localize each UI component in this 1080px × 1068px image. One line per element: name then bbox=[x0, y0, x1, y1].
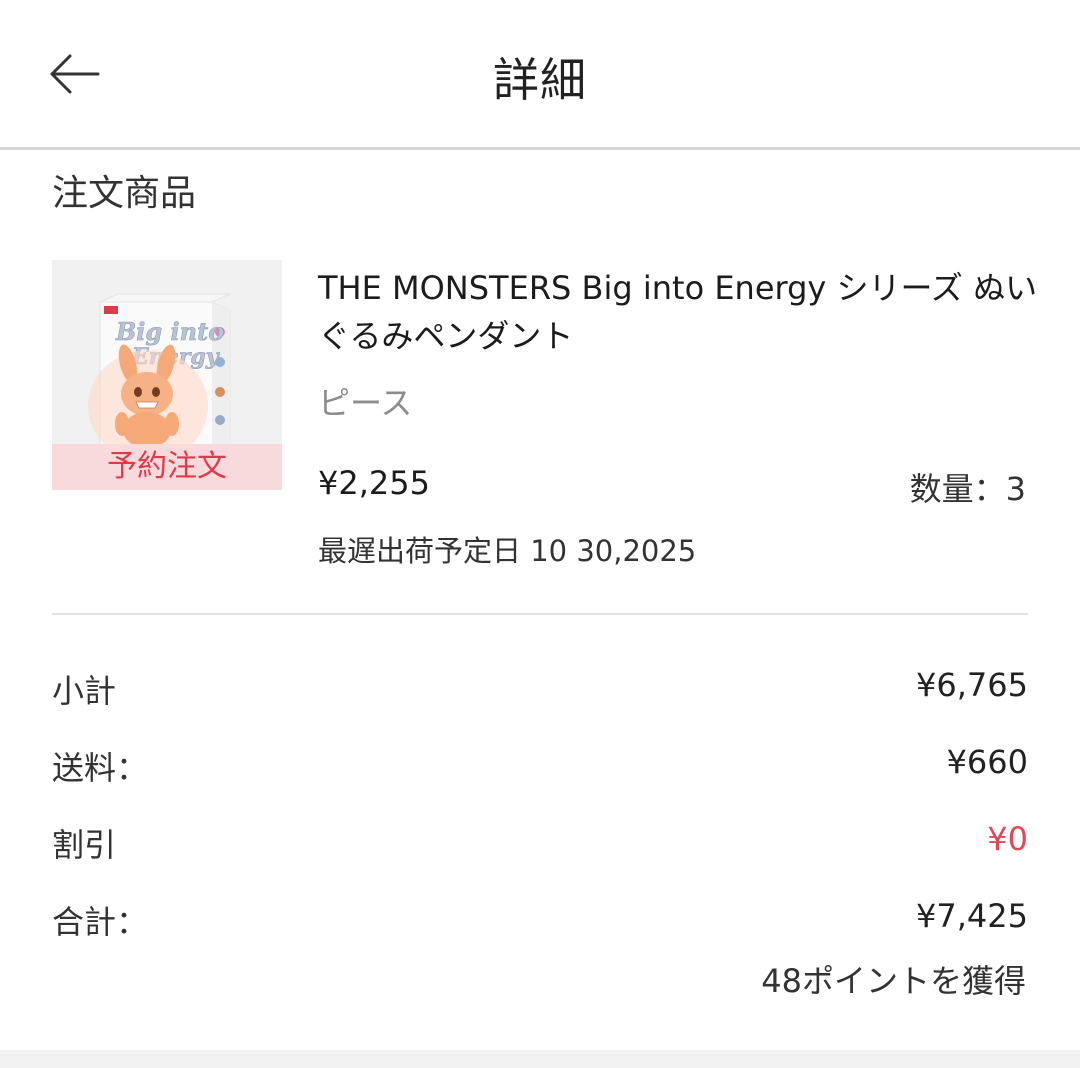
shipping-label: 送料： bbox=[52, 749, 149, 787]
product-price: ¥2,255 bbox=[318, 464, 430, 502]
total-value: ¥7,425 bbox=[916, 897, 1028, 935]
product-name[interactable]: THE MONSTERS Big into Energy シリーズ ぬいぐるみペ… bbox=[318, 264, 1038, 360]
section-title-order-items: 注文商品 bbox=[52, 173, 197, 214]
total-label: 合計： bbox=[52, 903, 149, 941]
summary-row-total: 合計： ¥7,425 bbox=[52, 897, 1028, 941]
preorder-badge: 予約注文 bbox=[52, 444, 282, 490]
product-quantity: 数量：3 bbox=[909, 470, 1026, 508]
shipping-value: ¥660 bbox=[946, 743, 1028, 781]
header-divider bbox=[0, 147, 1080, 150]
app-header: 詳細 bbox=[0, 0, 1080, 150]
discount-value: ¥0 bbox=[987, 820, 1028, 858]
subtotal-label: 小計 bbox=[52, 672, 117, 710]
ship-date: 最遅出荷予定日 10 30,2025 bbox=[318, 534, 697, 568]
bottom-bar bbox=[0, 1050, 1080, 1068]
subtotal-value: ¥6,765 bbox=[916, 666, 1028, 704]
points-earned: 48ポイントを獲得 bbox=[761, 962, 1026, 1000]
summary-row-discount: 割引 ¥0 bbox=[52, 820, 1028, 864]
summary-row-shipping: 送料： ¥660 bbox=[52, 743, 1028, 787]
discount-label: 割引 bbox=[52, 826, 117, 864]
product-variant: ピース bbox=[318, 384, 413, 422]
product-image[interactable]: Big into Energy 予約注文 bbox=[52, 260, 282, 490]
page-title: 詳細 bbox=[493, 53, 587, 107]
summary-row-subtotal: 小計 ¥6,765 bbox=[52, 666, 1028, 710]
svg-text:Big into: Big into bbox=[115, 317, 224, 346]
section-divider bbox=[52, 613, 1028, 615]
